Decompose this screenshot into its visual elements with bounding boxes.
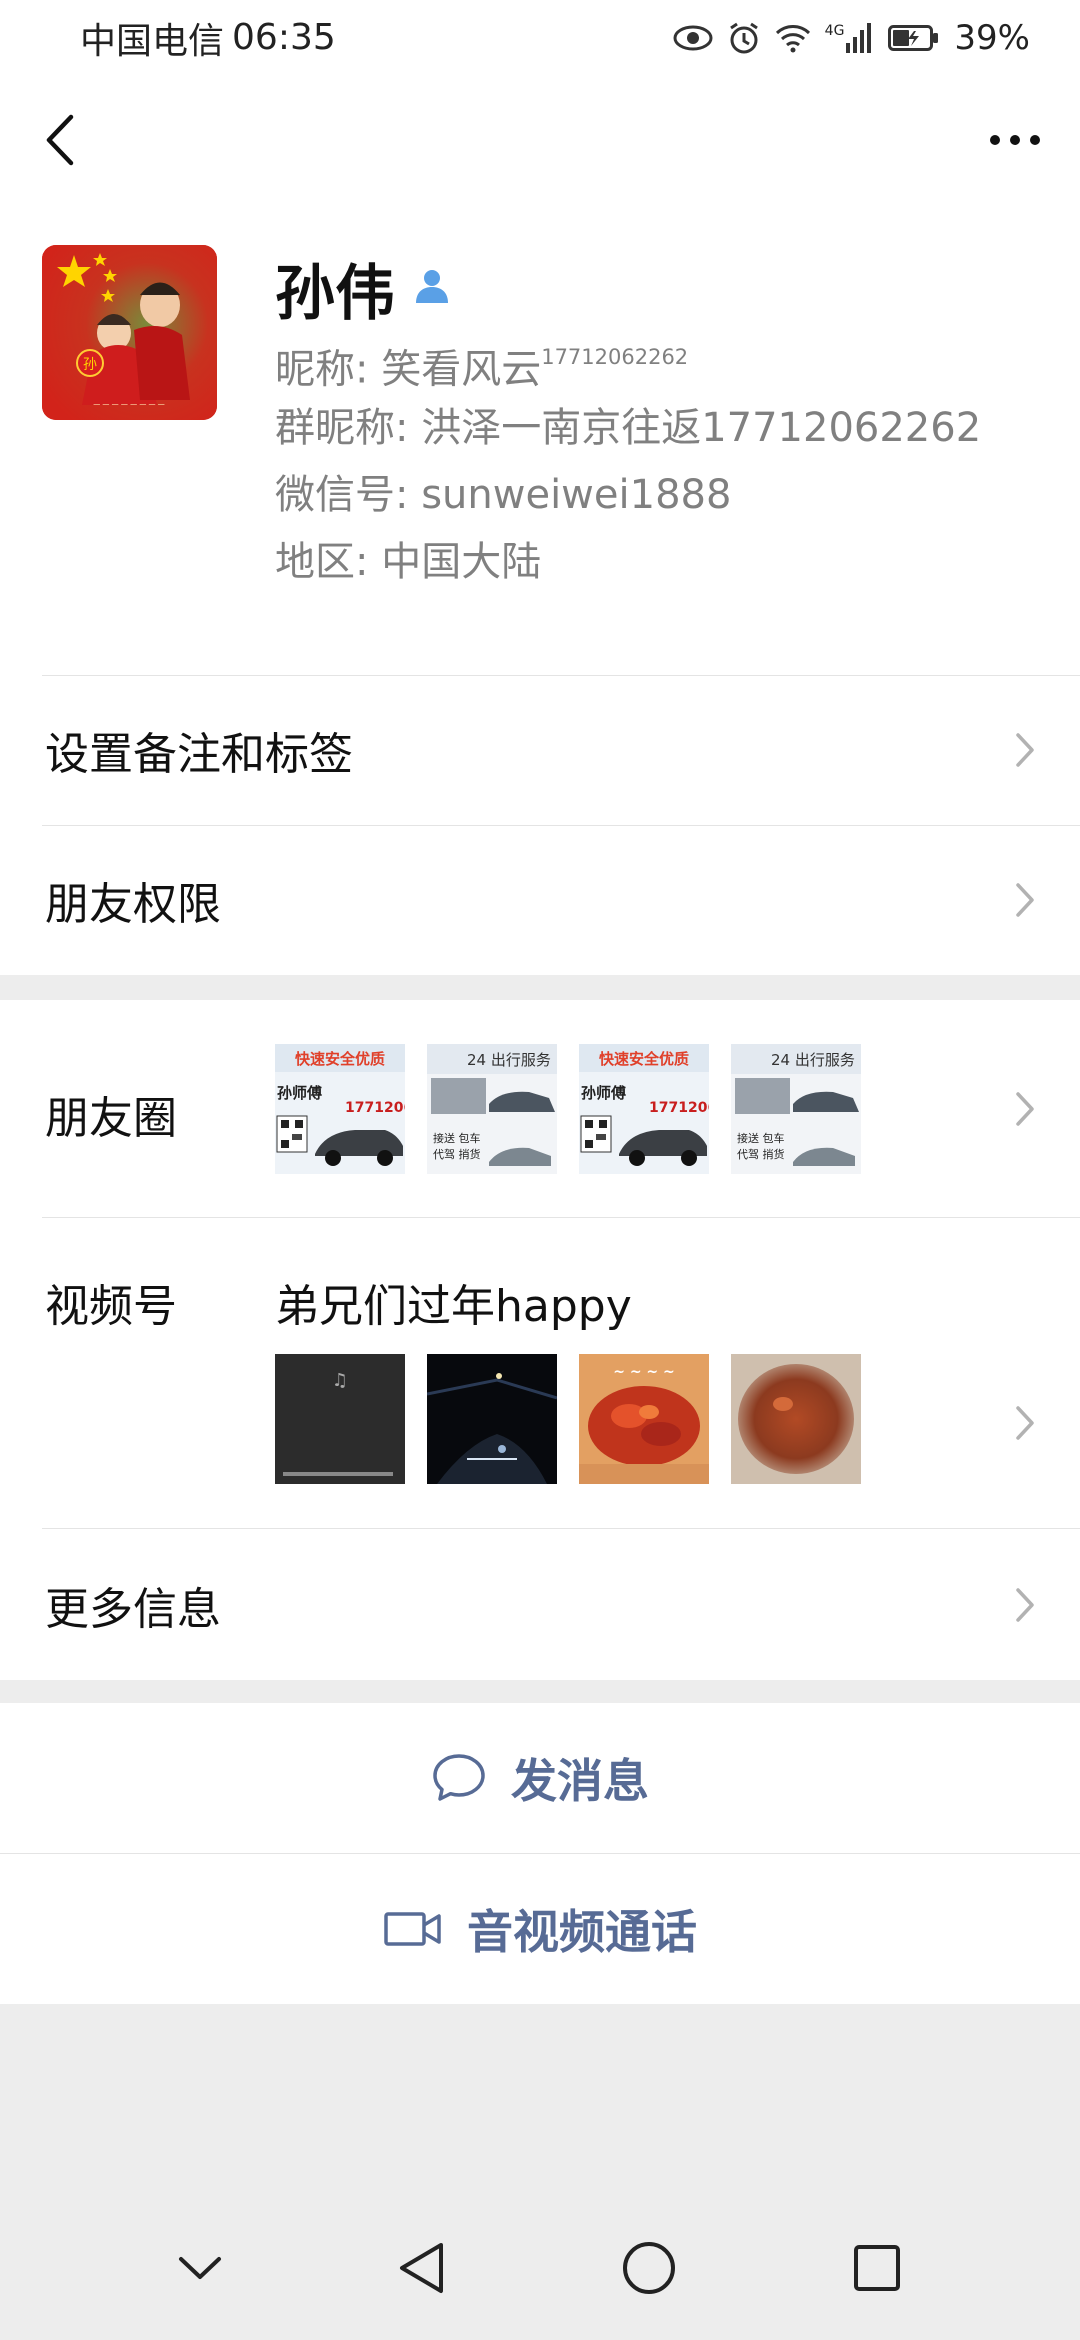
video-call-label: 音视频通话: [467, 1905, 697, 1959]
moments-thumbnail[interactable]: 快速安全优质 孙师傅 17712062: [579, 1044, 709, 1174]
name-row: 孙伟: [275, 248, 981, 329]
video-camera-icon: [384, 1912, 441, 1946]
wifi-icon: [775, 23, 811, 53]
remark-tags-row[interactable]: 设置备注和标签: [0, 675, 1080, 825]
person-icon: [411, 265, 453, 311]
remark-tags-label: 设置备注和标签: [45, 729, 353, 780]
chevron-right-icon: [1016, 1406, 1034, 1440]
moments-thumb-headline: 24 出行服务: [771, 1051, 855, 1069]
moments-thumbnail[interactable]: 24 出行服务 接送 包车 代驾 捎货: [427, 1044, 557, 1174]
battery-percent: 39%: [954, 17, 1030, 58]
eye-icon: [673, 24, 713, 52]
channels-thumbnail[interactable]: ~ ~ ~ ~: [579, 1354, 709, 1484]
profile-info: 孙伟 昵称: 笑看风云17712062262 群昵称: 洪泽一南京往返17712…: [275, 248, 981, 596]
clock: 06:35: [232, 17, 336, 58]
top-navigation: [0, 75, 1080, 200]
battery-icon: [888, 23, 940, 53]
region-value: 中国大陆: [381, 539, 542, 585]
collapse-down-icon[interactable]: [178, 2255, 222, 2285]
moments-thumb-name: 孙师傅: [581, 1084, 626, 1102]
wechat-id-label: 微信号:: [275, 472, 409, 518]
moments-row[interactable]: 朋友圈 快速安全优质 孙师傅 17712062 24 出行服务 接: [0, 1000, 1080, 1217]
network-type: 4G: [824, 22, 845, 39]
moments-thumbnail[interactable]: 24 出行服务 接送 包车 代驾 捎货: [731, 1044, 861, 1174]
moments-thumb-name: 接送 包车: [433, 1131, 481, 1145]
avatar[interactable]: 孙 一 一 一 一 一 一 一 一: [42, 245, 217, 420]
channels-row[interactable]: 视频号 弟兄们过年happy ♫ ~ ~ ~ ~: [0, 1218, 1080, 1528]
send-message-label: 发消息: [511, 1754, 649, 1808]
group-nickname-value: 洪泽一南京往返17712062262: [421, 405, 982, 451]
moments-thumb-headline: 快速安全优质: [599, 1050, 689, 1068]
friend-permissions-row[interactable]: 朋友权限: [0, 825, 1080, 975]
more-info-label: 更多信息: [45, 1583, 221, 1635]
alarm-icon: [727, 21, 761, 55]
back-triangle-icon[interactable]: [397, 2241, 445, 2299]
svg-text:一 一 一 一 一 一 一 一: 一 一 一 一 一 一 一 一: [93, 401, 165, 409]
channels-label: 视频号: [45, 1281, 177, 1332]
nickname-line: 昵称: 笑看风云17712062262: [275, 328, 981, 395]
carrier-label: 中国电信: [80, 20, 225, 62]
svg-text:~ ~ ~ ~: ~ ~ ~ ~: [613, 1364, 675, 1380]
nickname-value: 笑看风云: [381, 346, 542, 393]
svg-text:♫: ♫: [332, 1370, 348, 1391]
moments-thumb-phone: 17712062: [345, 1100, 405, 1116]
nickname-label: 昵称:: [275, 346, 369, 393]
video-call-button[interactable]: 音视频通话: [0, 1854, 1080, 2004]
nickname-superscript: 17712062262: [541, 345, 689, 369]
moments-thumb-name: 接送 包车: [737, 1131, 785, 1145]
profile-card: 孙 一 一 一 一 一 一 一 一 孙伟 昵称: 笑看风云17712062262…: [0, 200, 1080, 675]
moments-thumb-phone: 代驾 捎货: [433, 1147, 481, 1161]
content-section: 朋友圈 快速安全优质 孙师傅 17712062 24 出行服务 接: [0, 1000, 1080, 1680]
channels-thumbnail[interactable]: [427, 1354, 557, 1484]
send-message-button[interactable]: 发消息: [0, 1703, 1080, 1853]
group-nickname-label: 群昵称:: [275, 405, 409, 451]
moments-thumbnail[interactable]: 快速安全优质 孙师傅 17712062: [275, 1044, 405, 1174]
moments-thumb-headline: 快速安全优质: [295, 1050, 385, 1068]
recents-square-icon[interactable]: [852, 2243, 902, 2297]
channels-latest-title: 弟兄们过年happy: [275, 1281, 632, 1332]
moments-thumb-name: 孙师傅: [277, 1084, 322, 1102]
svg-text:孙: 孙: [83, 357, 97, 373]
moments-label: 朋友圈: [45, 1093, 177, 1144]
back-arrow-icon: [46, 114, 74, 166]
region-line: 地区: 中国大陆: [275, 529, 981, 596]
moments-thumb-headline: 24 出行服务: [467, 1051, 551, 1069]
wechat-id-line: 微信号: sunweiwei1888: [275, 462, 981, 529]
chevron-right-icon: [1016, 1092, 1034, 1126]
region-label: 地区:: [275, 539, 369, 585]
chevron-right-icon: [1016, 1587, 1034, 1622]
contact-name: 孙伟: [275, 258, 395, 329]
moments-thumb-phone: 代驾 捎货: [737, 1147, 785, 1161]
system-navigation-bar: [0, 2200, 1080, 2340]
settings-section: 设置备注和标签 朋友权限: [0, 675, 1080, 975]
more-info-row[interactable]: 更多信息: [0, 1529, 1080, 1680]
chevron-right-icon: [1016, 883, 1034, 917]
moments-thumb-phone: 17712062: [649, 1100, 709, 1116]
avatar-image: 孙 一 一 一 一 一 一 一 一: [42, 245, 217, 420]
status-bar: 中国电信 06:35 4G 39%: [0, 0, 1080, 75]
wechat-id-value: sunweiwei1888: [421, 472, 732, 518]
home-circle-icon[interactable]: [621, 2240, 677, 2300]
more-dots-icon: [990, 135, 1040, 145]
chat-bubble-icon: [433, 1754, 485, 1801]
status-left: 中国电信 06:35: [80, 12, 336, 64]
more-options-button[interactable]: [980, 105, 1050, 175]
group-nickname-line: 群昵称: 洪泽一南京往返17712062262: [275, 395, 981, 462]
friend-permissions-label: 朋友权限: [45, 879, 221, 930]
channels-thumbnail[interactable]: [731, 1354, 861, 1484]
status-right: 4G 39%: [673, 18, 1030, 58]
chevron-right-icon: [1016, 733, 1034, 767]
back-button[interactable]: [30, 105, 90, 175]
channels-thumbnail[interactable]: ♫: [275, 1354, 405, 1484]
signal-icon: 4G: [824, 22, 875, 53]
